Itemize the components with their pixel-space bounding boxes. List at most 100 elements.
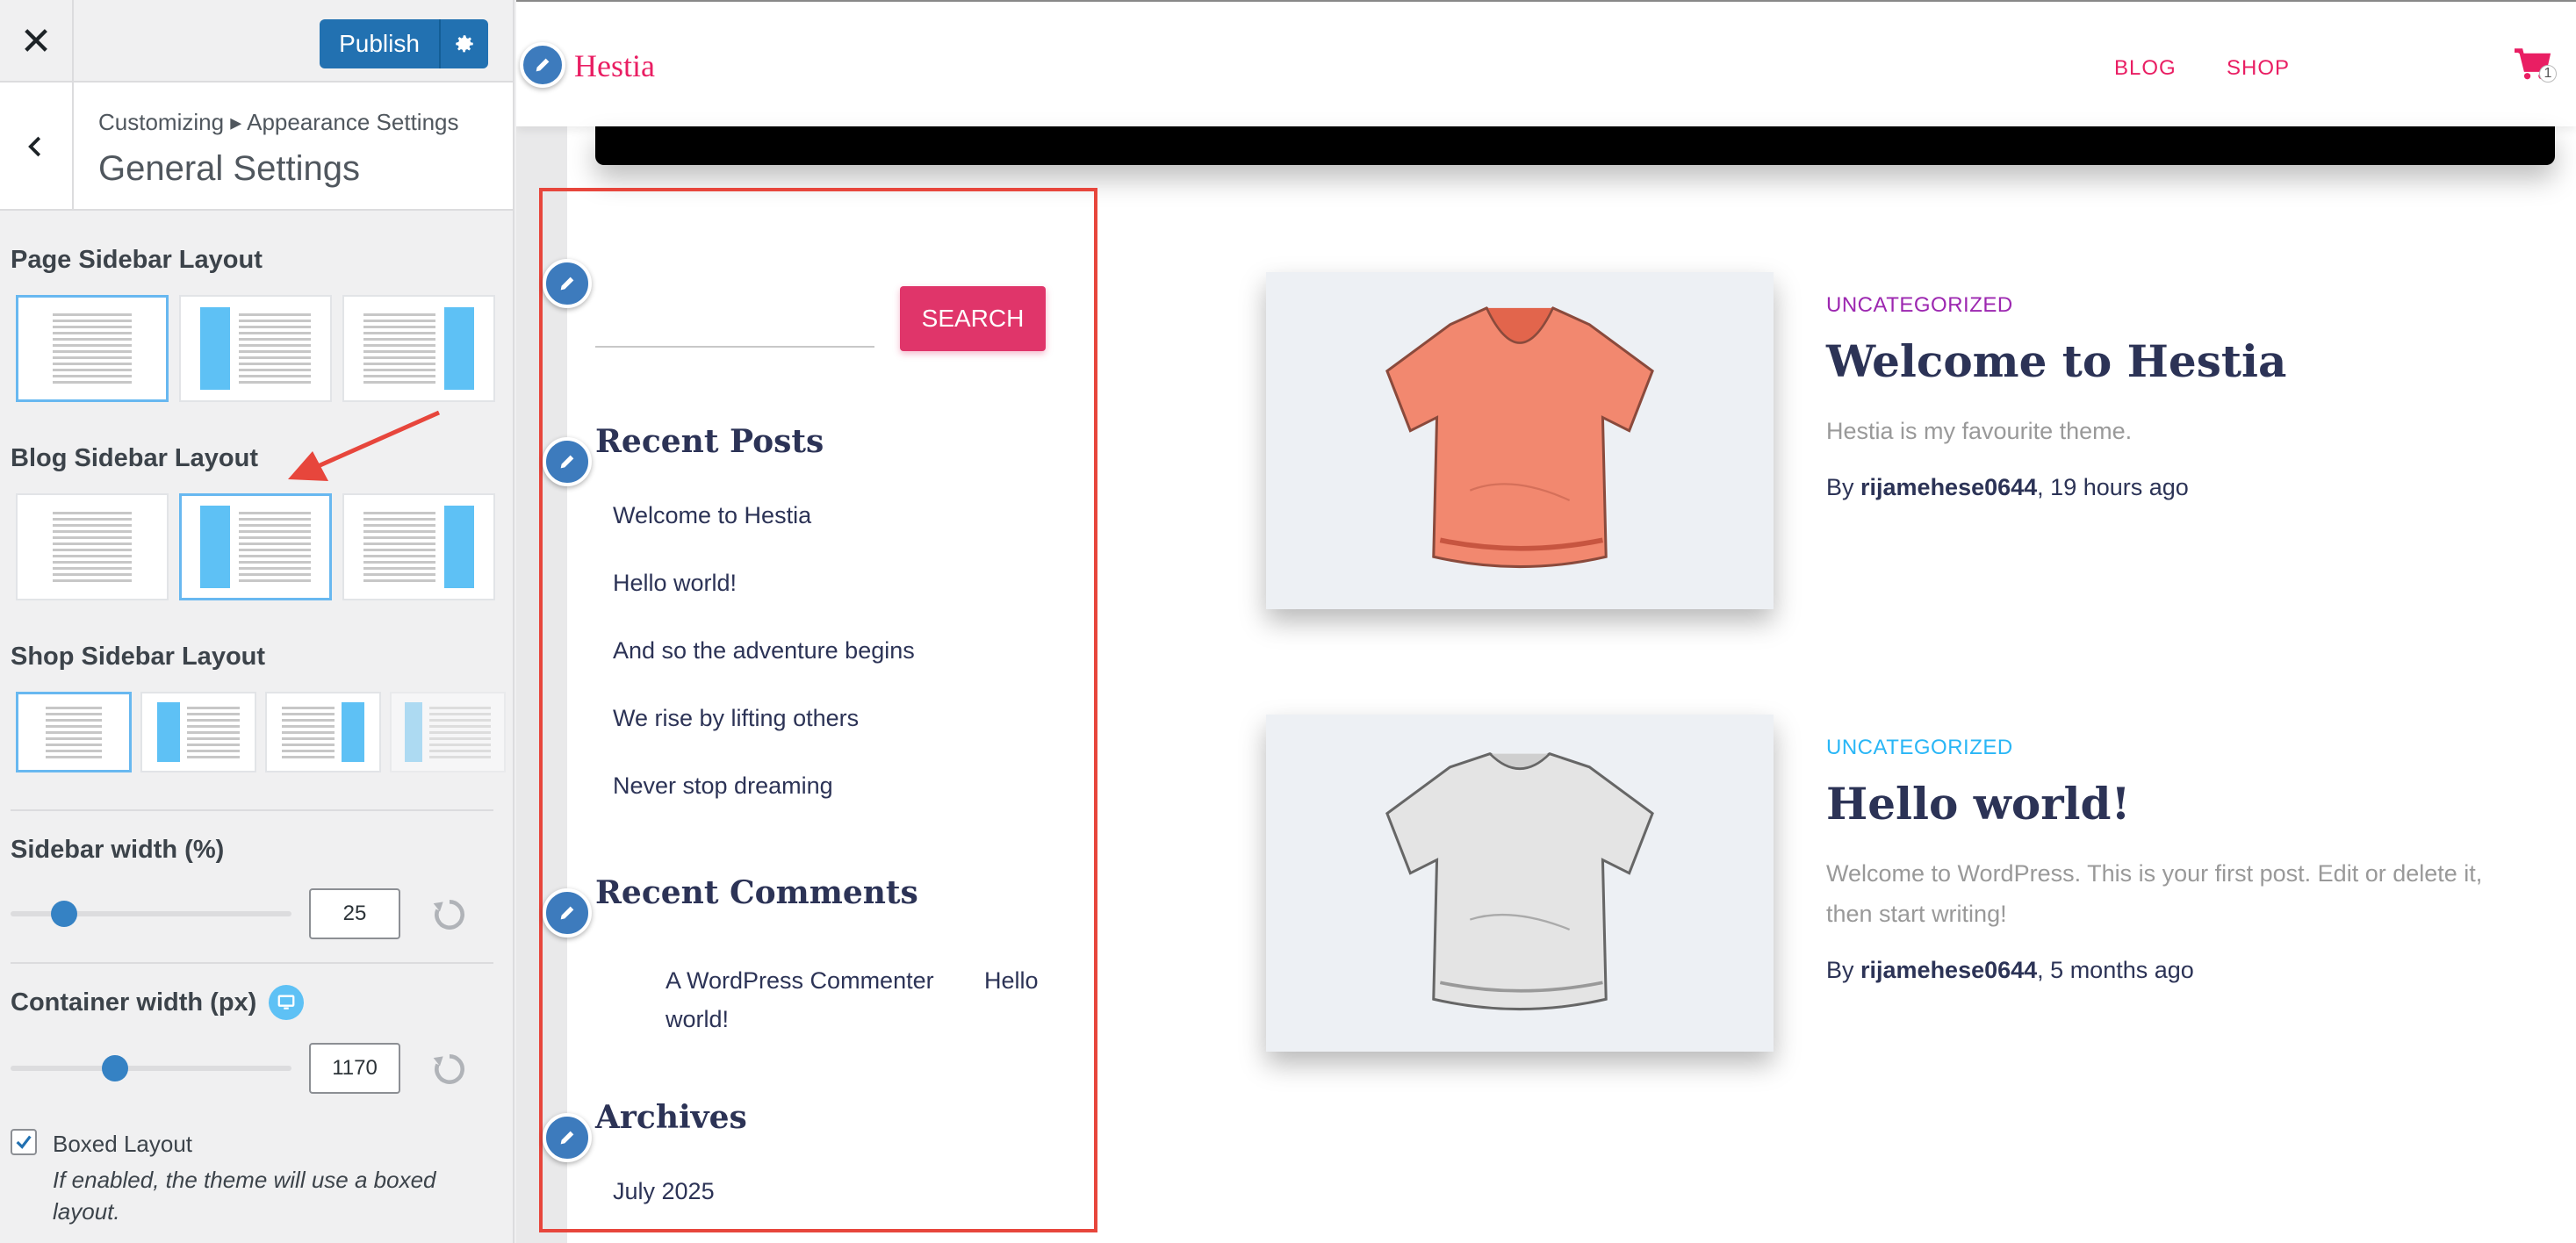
sidebar-width-slider[interactable] [11,901,291,927]
layout-lines [363,512,435,582]
site-title[interactable]: Hestia [574,47,655,84]
blog-sidebar-layout-options [16,493,495,600]
publish-label: Publish [339,30,420,57]
gear-icon[interactable] [439,19,488,68]
post-category[interactable]: UNCATEGORIZED [1826,736,2013,760]
post-by: By [1826,957,1861,983]
shop-layout-off-canvas[interactable] [390,692,506,772]
sidebar-width-slider-thumb[interactable] [51,901,77,927]
sidebar-block [157,702,180,762]
post-time: , 19 hours ago [2037,474,2189,500]
container-width-slider[interactable] [11,1055,291,1081]
site-header: Hestia BLOG SHOP 1 [516,0,2576,126]
container-width-label: Container width (px) [11,988,257,1017]
post-category[interactable]: UNCATEGORIZED [1826,293,2013,318]
checkmark-icon [16,1135,32,1149]
post-thumbnail[interactable] [1266,272,1774,609]
shop-layout-full-width[interactable] [16,692,132,772]
post-excerpt: Hestia is my favourite theme. [1826,418,2133,444]
breadcrumb: Customizing ▸ Appearance Settings [98,109,459,135]
recent-post-link[interactable]: Welcome to Hestia [613,502,811,529]
blog-layout-right-sidebar[interactable] [342,493,495,600]
post-author[interactable]: rijamehese0644 [1860,957,2037,983]
post-title[interactable]: Hello world! [1826,778,2130,830]
layout-lines [46,706,102,758]
post-thumbnail[interactable] [1266,715,1774,1052]
sidebar-block [200,307,230,390]
layout-lines [363,313,435,384]
post-by: By [1826,474,1861,500]
layout-lines [239,313,311,384]
section-title: General Settings [98,149,360,188]
divider [11,809,493,811]
edit-archives-pencil-icon[interactable] [543,1113,592,1162]
reset-icon[interactable] [430,895,469,934]
recent-post-link[interactable]: Hello world! [613,570,737,597]
post-meta: By rijamehese0644, 19 hours ago [1826,474,2189,501]
layout-lines [239,512,311,582]
nav-shop[interactable]: SHOP [2227,56,2290,81]
layout-lines [53,313,132,384]
comment-post-link-line2[interactable]: world! [666,1006,729,1033]
desktop-device-icon[interactable] [269,985,304,1020]
layout-lines [282,706,335,758]
sidebar-block [444,307,474,390]
shop-layout-right-sidebar[interactable] [265,692,381,772]
boxed-layout-checkbox[interactable] [11,1129,37,1155]
blog-layout-full-width[interactable] [16,493,169,600]
cart-count: 1 [2539,65,2557,83]
shop-sidebar-layout-options [16,692,506,772]
close-icon: ✕ [19,18,53,64]
blog-sidebar-layout-label: Blog Sidebar Layout [11,444,258,472]
post-excerpt: Welcome to WordPress. This is your first… [1826,860,2483,927]
sidebar-width-input[interactable]: 25 [309,888,400,939]
page-layout-right-sidebar[interactable] [342,295,495,402]
post-author[interactable]: rijamehese0644 [1860,474,2037,500]
comment-author-link[interactable]: A WordPress Commenter [666,967,934,995]
sidebar-block [405,702,422,762]
customizer-panel: ✕ Publish Customizing ▸ Appearance Setti… [0,0,514,1243]
edit-shortcut-pencil-icon[interactable] [520,42,565,88]
shop-layout-left-sidebar[interactable] [140,692,256,772]
sidebar-width-label: Sidebar width (%) [11,836,225,864]
archive-link[interactable]: July 2025 [613,1178,715,1205]
cart-icon[interactable]: 1 [2513,47,2557,90]
container-width-input[interactable]: 1170 [309,1043,400,1094]
sidebar-block [342,702,364,762]
chevron-left-icon [28,136,41,157]
orange-tshirt-image [1385,306,1654,569]
layout-lines [429,706,491,758]
boxed-layout-label[interactable]: Boxed Layout [53,1131,192,1158]
edit-recent-comments-pencil-icon[interactable] [543,888,592,938]
blog-layout-left-sidebar[interactable] [179,493,332,600]
page-layout-left-sidebar[interactable] [179,295,332,402]
post-title[interactable]: Welcome to Hestia [1826,335,2286,387]
header-image-bar [595,126,2555,165]
shop-sidebar-layout-label: Shop Sidebar Layout [11,643,266,671]
section-header: Customizing ▸ Appearance Settings Genera… [0,83,513,211]
page-sidebar-layout-options [16,295,495,402]
recent-post-link[interactable]: And so the adventure begins [613,637,915,665]
nav-blog[interactable]: BLOG [2114,56,2177,81]
white-tshirt-image [1385,752,1654,1011]
edit-recent-posts-pencil-icon[interactable] [543,437,592,486]
page-layout-full-width[interactable] [16,295,169,402]
post-meta: By rijamehese0644, 5 months ago [1826,957,2194,984]
recent-comments-title: Recent Comments [595,874,918,911]
page-sidebar-layout-label: Page Sidebar Layout [11,246,263,274]
red-arrow-annotation [288,410,441,481]
reset-icon[interactable] [430,1050,469,1089]
edit-search-widget-pencil-icon[interactable] [543,259,592,308]
comment-post-link[interactable]: Hello [984,967,1039,995]
back-button[interactable] [0,83,74,211]
container-width-slider-thumb[interactable] [102,1055,128,1081]
recent-post-link[interactable]: We rise by lifting others [613,705,859,732]
recent-post-link[interactable]: Never stop dreaming [613,772,833,800]
boxed-layout-description: If enabled, the theme will use a boxed l… [53,1167,436,1225]
sidebar-block [444,506,474,588]
search-button[interactable]: SEARCH [900,286,1046,351]
publish-button[interactable]: Publish [320,19,488,68]
close-button[interactable]: ✕ [0,0,74,83]
post-time: , 5 months ago [2037,957,2194,983]
search-input[interactable] [595,346,874,348]
